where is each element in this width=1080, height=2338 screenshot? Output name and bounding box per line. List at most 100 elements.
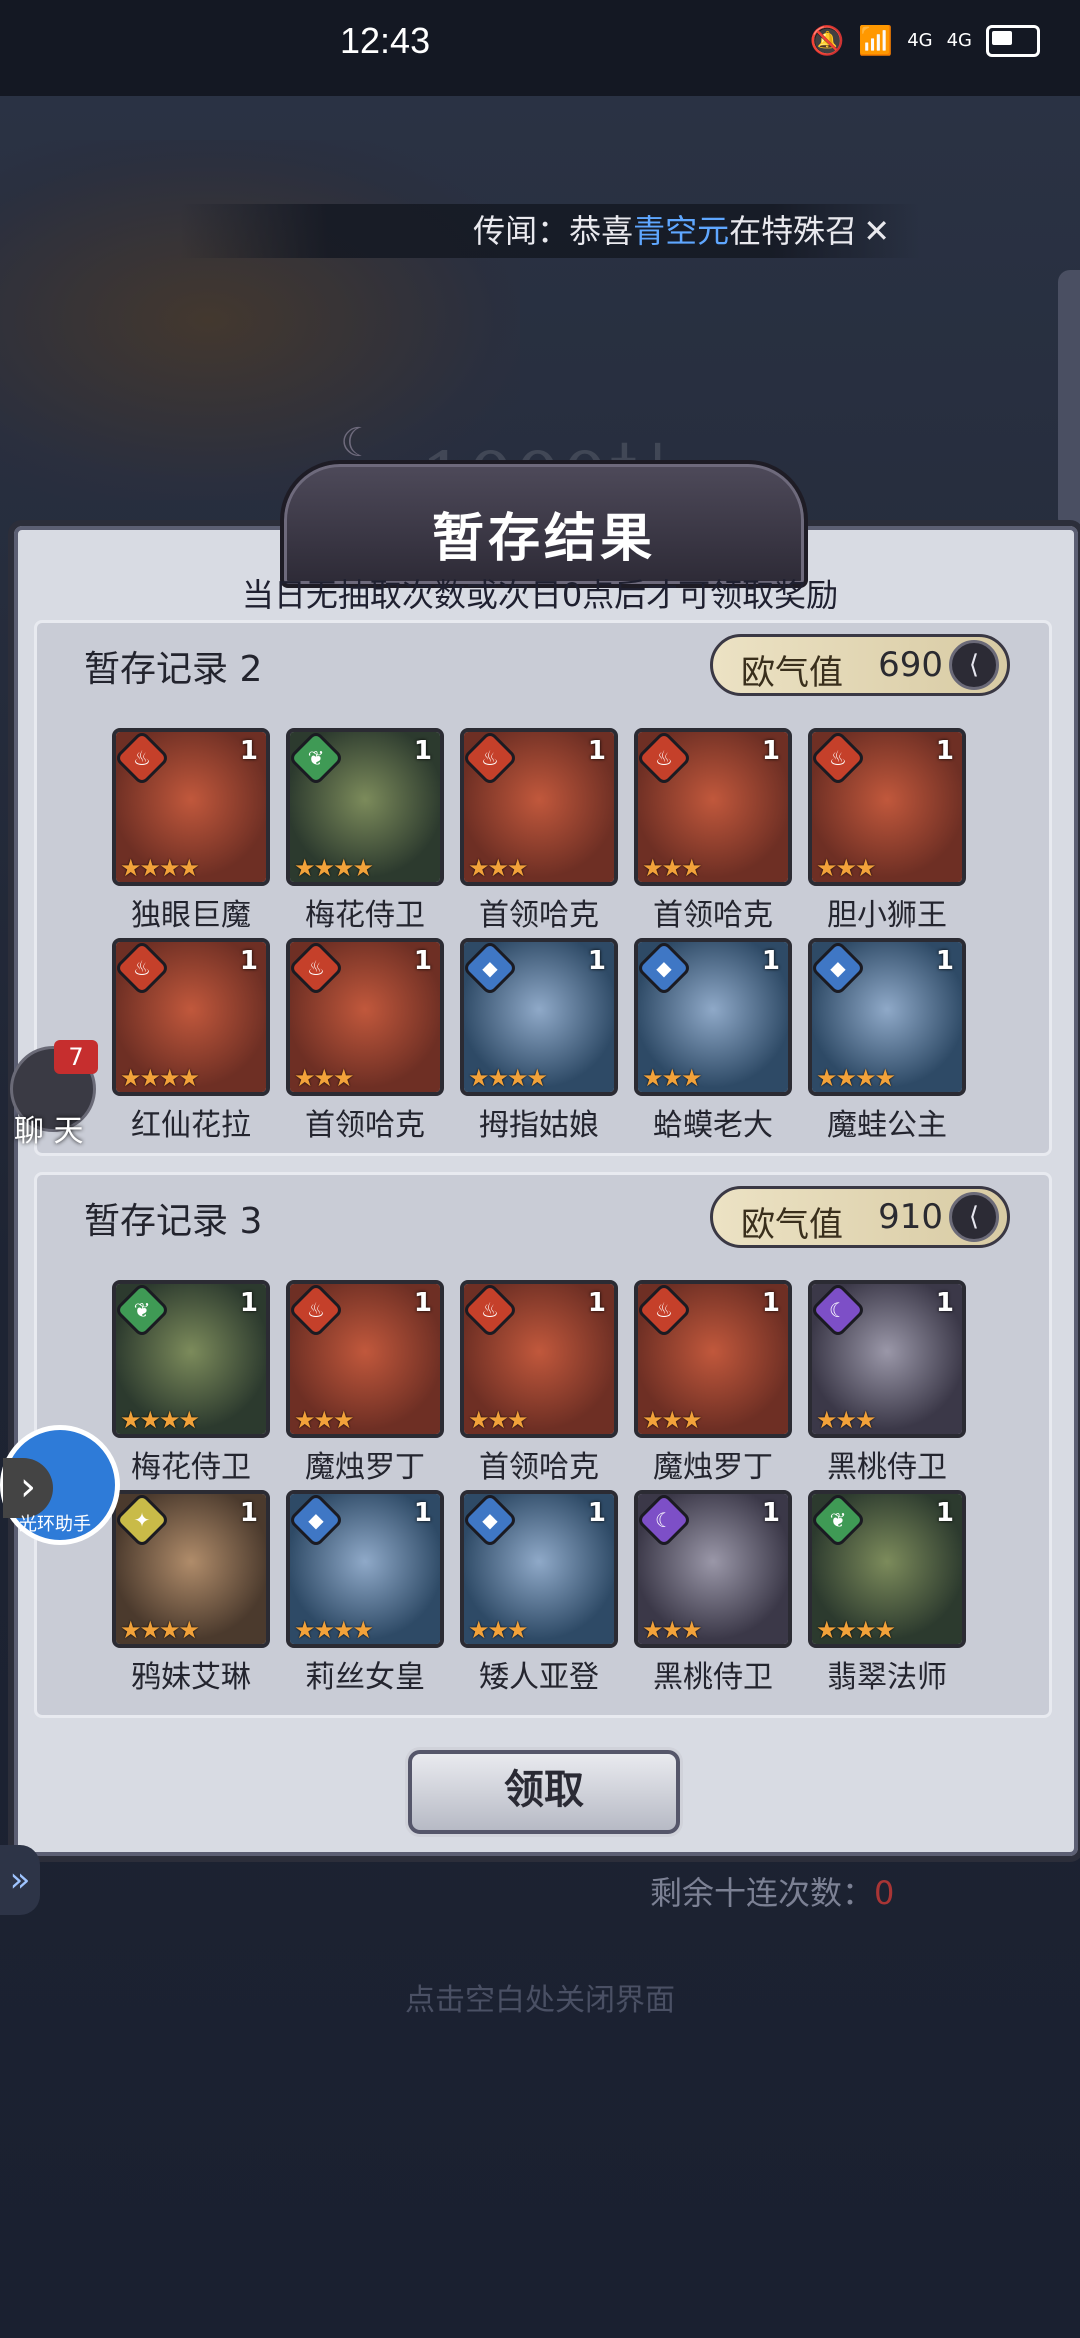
panel-title-plate: 暂存结果	[280, 460, 808, 588]
hero-count: 1	[413, 1498, 432, 1528]
hero-count: 1	[935, 736, 954, 766]
luck-value-badge: 欧气值 910 ⟨	[710, 1186, 1010, 1248]
hero-card[interactable]: ☾ 1 ★★★	[808, 1280, 966, 1438]
hero-count: 1	[239, 1498, 258, 1528]
share-icon[interactable]: ⟨	[949, 1192, 999, 1242]
hero-count: 1	[761, 736, 780, 766]
hero-name: 莉丝女皇	[305, 1660, 425, 1695]
star-rating: ★★★	[468, 1616, 529, 1644]
star-rating: ★★★★	[120, 854, 200, 882]
star-rating: ★★★	[642, 854, 703, 882]
remaining-value: 0	[874, 1874, 895, 1912]
hero-count: 1	[587, 1288, 606, 1318]
luck-label: 欧气值	[741, 653, 843, 693]
hero-count: 1	[239, 736, 258, 766]
hero-name: 黑桃侍卫	[827, 1450, 947, 1485]
hero-count: 1	[587, 1498, 606, 1528]
chat-badge: 7	[54, 1040, 98, 1074]
hero-name: 鸦妹艾琳	[131, 1660, 251, 1695]
record-title: 暂存记录 3	[84, 1201, 263, 1242]
signal-icon: 4G	[907, 30, 933, 51]
hero-card[interactable]: ✦ 1 ★★★★	[112, 1490, 270, 1648]
luck-value-badge: 欧气值 690 ⟨	[710, 634, 1010, 696]
star-rating: ★★★	[468, 1406, 529, 1434]
hero-count: 1	[761, 946, 780, 976]
hero-card[interactable]: ◆ 1 ★★★★	[286, 1490, 444, 1648]
hero-count: 1	[239, 946, 258, 976]
hero-card[interactable]: ❦ 1 ★★★★	[286, 728, 444, 886]
hero-card[interactable]: ◆ 1 ★★★	[460, 1490, 618, 1648]
status-time: 12:43	[340, 20, 431, 61]
hero-name: 红仙花拉	[131, 1108, 251, 1143]
assistant-float-button[interactable]: › 光环助手	[0, 1425, 120, 1545]
hero-name: 首领哈克	[479, 898, 599, 933]
side-expand-arrow-icon[interactable]: »	[0, 1845, 40, 1915]
hero-name: 翡翠法师	[827, 1660, 947, 1695]
hero-name: 拇指姑娘	[479, 1108, 599, 1143]
hero-count: 1	[239, 1288, 258, 1318]
hero-card[interactable]: ◆ 1 ★★★★	[808, 938, 966, 1096]
right-side-tab[interactable]	[1058, 270, 1080, 530]
hero-count: 1	[761, 1498, 780, 1528]
mute-icon: 🔕	[809, 24, 845, 57]
hero-card[interactable]: ♨ 1 ★★★	[460, 1280, 618, 1438]
hero-card[interactable]: ♨ 1 ★★★	[634, 1280, 792, 1438]
star-rating: ★★★	[468, 854, 529, 882]
claim-button[interactable]: 领取	[408, 1750, 680, 1834]
announcement-banner: 传闻：恭喜青空元在特殊召 ✕	[180, 204, 920, 258]
close-hint[interactable]: 点击空白处关闭界面	[0, 1975, 1080, 2019]
star-rating: ★★★★	[120, 1064, 200, 1092]
hero-name: 首领哈克	[479, 1450, 599, 1485]
hero-count: 1	[587, 736, 606, 766]
banner-prefix: 传闻：恭喜	[473, 212, 634, 250]
remaining-label: 剩余十连次数：	[650, 1874, 875, 1912]
star-rating: ★★★	[816, 1406, 877, 1434]
banner-suffix: 在特殊召	[729, 212, 858, 250]
hero-count: 1	[413, 736, 432, 766]
star-rating: ★★★	[816, 854, 877, 882]
hero-count: 1	[935, 1288, 954, 1318]
hero-name: 魔烛罗丁	[653, 1450, 773, 1485]
star-rating: ★★★★	[120, 1616, 200, 1644]
hero-count: 1	[935, 1498, 954, 1528]
banner-player-name: 青空元	[633, 212, 730, 250]
star-rating: ★★★★	[120, 1406, 200, 1434]
star-rating: ★★★	[294, 1064, 355, 1092]
claim-notice: 当日无抽取次数或次日0点后才可领取奖励	[241, 576, 839, 614]
luck-value: 690	[878, 645, 943, 685]
star-rating: ★★★	[642, 1406, 703, 1434]
hero-card[interactable]: ♨ 1 ★★★	[286, 1280, 444, 1438]
chat-button[interactable]: 7 聊 天	[6, 1040, 98, 1150]
hero-card[interactable]: ◆ 1 ★★★	[634, 938, 792, 1096]
hero-count: 1	[413, 1288, 432, 1318]
star-rating: ★★★★	[294, 854, 374, 882]
star-rating: ★★★	[642, 1064, 703, 1092]
share-icon[interactable]: ⟨	[949, 640, 999, 690]
star-rating: ★★★	[294, 1406, 355, 1434]
hero-card[interactable]: ◆ 1 ★★★★	[460, 938, 618, 1096]
hero-card[interactable]: ❦ 1 ★★★★	[808, 1490, 966, 1648]
hero-name: 梅花侍卫	[131, 1450, 251, 1485]
star-rating: ★★★★	[294, 1616, 374, 1644]
hero-card[interactable]: ☾ 1 ★★★	[634, 1490, 792, 1648]
status-icons: 🔕 📶 4G 4G	[809, 24, 1040, 57]
hero-name: 矮人亚登	[479, 1660, 599, 1695]
hero-name: 首领哈克	[305, 1108, 425, 1143]
hero-name: 首领哈克	[653, 898, 773, 933]
hero-card[interactable]: ♨ 1 ★★★★	[112, 938, 270, 1096]
hero-card[interactable]: ♨ 1 ★★★★	[112, 728, 270, 886]
luck-label: 欧气值	[741, 1205, 843, 1245]
hero-name: 黑桃侍卫	[653, 1660, 773, 1695]
hero-card[interactable]: ❦ 1 ★★★★	[112, 1280, 270, 1438]
hero-card[interactable]: ♨ 1 ★★★	[286, 938, 444, 1096]
remaining-draws: 剩余十连次数：0	[650, 1868, 894, 1914]
star-rating: ★★★	[642, 1616, 703, 1644]
hero-card[interactable]: ♨ 1 ★★★	[808, 728, 966, 886]
hero-card[interactable]: ♨ 1 ★★★	[460, 728, 618, 886]
status-bar: 12:43 🔕 📶 4G 4G	[0, 0, 1080, 96]
hero-count: 1	[413, 946, 432, 976]
panel-title: 暂存结果	[431, 508, 656, 569]
hero-card[interactable]: ♨ 1 ★★★	[634, 728, 792, 886]
hero-count: 1	[587, 946, 606, 976]
star-rating: ★★★★	[816, 1064, 896, 1092]
